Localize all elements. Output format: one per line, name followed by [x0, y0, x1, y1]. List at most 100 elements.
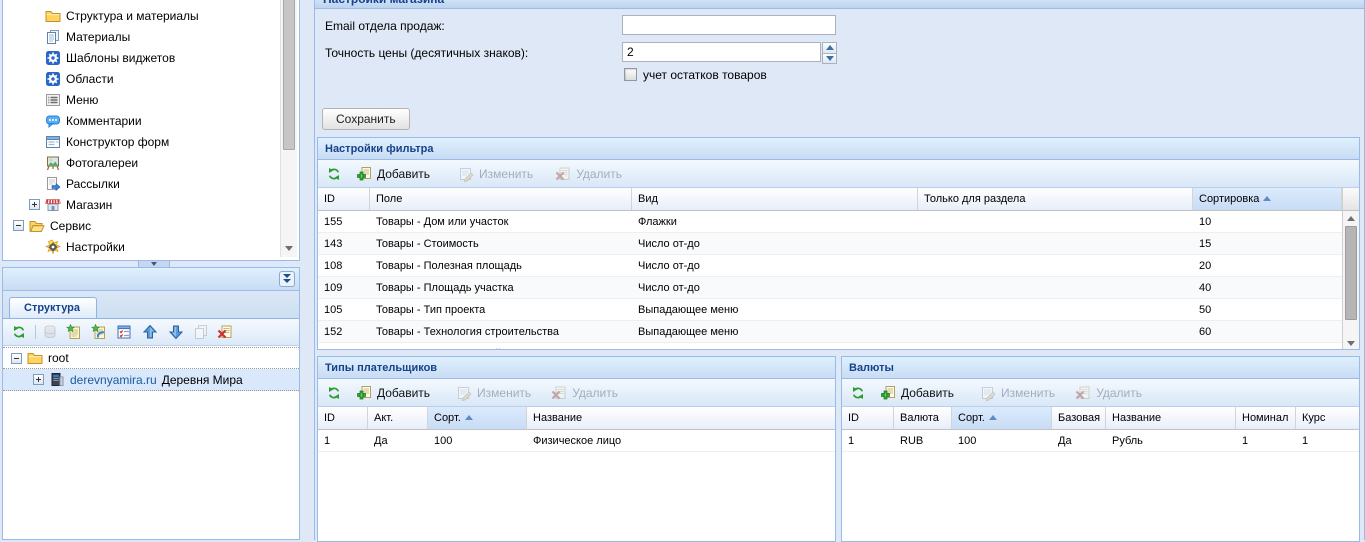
- mailing-icon: [45, 176, 61, 192]
- sidebar-item-menu[interactable]: Меню: [29, 89, 98, 110]
- column-header-sort[interactable]: Сортировка: [1193, 188, 1342, 210]
- column-header-sort[interactable]: Сорт.: [428, 407, 527, 429]
- tree-row-root[interactable]: root: [3, 347, 299, 369]
- column-header-kind[interactable]: Вид: [632, 188, 918, 210]
- scroll-down-icon[interactable]: [1347, 341, 1355, 346]
- spinner-up-icon[interactable]: [822, 42, 837, 53]
- checklist-icon[interactable]: [116, 324, 132, 340]
- comments-icon: [45, 113, 61, 129]
- spinner-down-icon[interactable]: [822, 53, 837, 65]
- refresh-icon[interactable]: [326, 166, 342, 182]
- currencies-panel: Валюты Добавить Изменить Удалить ID Валю…: [841, 356, 1360, 542]
- sidebar-item-label: Сервис: [50, 219, 91, 233]
- table-row[interactable]: 174Товары - Архитектурный стильВыпадающе…: [318, 343, 1359, 350]
- add-icon: [356, 166, 372, 182]
- sidebar-item-photogalleries[interactable]: Фотогалереи: [29, 152, 138, 173]
- add-icon: [356, 385, 372, 401]
- sidebar-item-areas[interactable]: Области: [29, 68, 114, 89]
- column-header-sort[interactable]: Сорт.: [952, 407, 1052, 429]
- form-icon: [45, 134, 61, 150]
- sidebar-item-service[interactable]: Сервис: [13, 215, 91, 236]
- sidebar-item-shop[interactable]: Магазин: [29, 194, 112, 215]
- tab-structure[interactable]: Структура: [9, 297, 97, 318]
- column-header-section[interactable]: Только для раздела: [918, 188, 1193, 210]
- site-title: Деревня Мира: [162, 373, 243, 387]
- expander-minus-icon[interactable]: [11, 353, 22, 364]
- refresh-icon[interactable]: [11, 324, 27, 340]
- tree-row-site[interactable]: derevnyamira.ru Деревня Мира: [3, 369, 299, 391]
- database-icon: [42, 324, 58, 340]
- collapse-panel-button[interactable]: [279, 271, 295, 287]
- sidebar-item-label: Настройки: [66, 240, 125, 254]
- edit-button: Изменить: [456, 385, 531, 401]
- column-header-id[interactable]: ID: [318, 407, 368, 429]
- email-field[interactable]: [622, 15, 836, 35]
- column-header-name[interactable]: Название: [1106, 407, 1236, 429]
- table-row[interactable]: 109Товары - Площадь участкаЧисло от-до40: [318, 277, 1359, 299]
- sidebar-item-structure-materials[interactable]: Структура и материалы: [29, 5, 199, 26]
- column-header-rate[interactable]: Курс: [1296, 407, 1359, 429]
- expander-plus-icon[interactable]: [29, 199, 40, 210]
- table-row[interactable]: 1 Да 100 Физическое лицо: [318, 430, 835, 452]
- nav-scrollbar[interactable]: [280, 0, 297, 257]
- scrollbar-thumb[interactable]: [1345, 226, 1357, 320]
- column-header-id[interactable]: ID: [318, 188, 370, 210]
- delete-icon: [1075, 385, 1091, 401]
- open-folder-icon: [29, 218, 45, 234]
- payer-panel-title: Типы плательщиков: [318, 357, 835, 379]
- scrollbar-thumb[interactable]: [283, 0, 295, 150]
- column-header-base[interactable]: Базовая: [1052, 407, 1106, 429]
- sidebar-item-form-builder[interactable]: Конструктор форм: [29, 131, 169, 152]
- refresh-icon[interactable]: [326, 385, 342, 401]
- documents-icon: [45, 29, 61, 45]
- payer-toolbar: Добавить Изменить Удалить: [318, 379, 835, 407]
- sidebar-item-materials[interactable]: Материалы: [29, 26, 130, 47]
- filter-grid-scrollbar[interactable]: [1342, 211, 1359, 350]
- sidebar-item-label: Области: [66, 72, 114, 86]
- precision-field[interactable]: [622, 42, 821, 62]
- folder-icon: [45, 8, 61, 24]
- column-header-currency[interactable]: Валюта: [894, 407, 952, 429]
- move-down-icon[interactable]: [168, 324, 184, 340]
- table-row[interactable]: 152Товары - Технология строительстваВыпа…: [318, 321, 1359, 343]
- table-row[interactable]: 155Товары - Дом или участокФлажки10: [318, 211, 1359, 233]
- delete-page-icon[interactable]: [217, 324, 233, 340]
- delete-button: Удалить: [551, 385, 618, 401]
- grid-header-filler: [1342, 188, 1359, 210]
- column-header-nominal[interactable]: Номинал: [1236, 407, 1296, 429]
- scroll-up-icon[interactable]: [1347, 216, 1355, 221]
- sidebar-item-label: Меню: [66, 93, 98, 107]
- folder-icon: [27, 350, 43, 366]
- scroll-down-icon[interactable]: [285, 246, 293, 251]
- refresh-icon[interactable]: [850, 385, 866, 401]
- table-row[interactable]: 108Товары - Полезная площадьЧисло от-до2…: [318, 255, 1359, 277]
- table-row[interactable]: 105Товары - Тип проектаВыпадающее меню50: [318, 299, 1359, 321]
- sidebar-item-comments[interactable]: Комментарии: [29, 110, 142, 131]
- table-row[interactable]: 143Товары - СтоимостьЧисло от-до15: [318, 233, 1359, 255]
- add-button[interactable]: Добавить: [356, 385, 430, 401]
- sidebar-item-settings[interactable]: Настройки: [29, 236, 125, 257]
- add-page-virtual-icon[interactable]: [91, 324, 107, 340]
- column-header-active[interactable]: Акт.: [368, 407, 428, 429]
- sidebar-item-mailings[interactable]: Рассылки: [29, 173, 120, 194]
- table-row[interactable]: 1 RUB 100 Да Рубль 1 1: [842, 430, 1359, 452]
- site-domain-link[interactable]: derevnyamira.ru: [70, 373, 157, 387]
- add-button[interactable]: Добавить: [356, 166, 430, 182]
- column-header-field[interactable]: Поле: [370, 188, 632, 210]
- expander-minus-icon[interactable]: [13, 220, 24, 231]
- column-header-name[interactable]: Название: [527, 407, 835, 429]
- stock-checkbox-label: учет остатков товаров: [643, 68, 767, 82]
- sidebar-item-label: Материалы: [66, 30, 130, 44]
- filter-panel-title: Настройки фильтра: [318, 138, 1359, 160]
- add-page-icon[interactable]: [66, 324, 82, 340]
- move-up-icon[interactable]: [142, 324, 158, 340]
- add-button[interactable]: Добавить: [880, 385, 954, 401]
- delete-icon: [551, 385, 567, 401]
- column-header-id[interactable]: ID: [842, 407, 894, 429]
- precision-spinner[interactable]: [822, 42, 837, 64]
- sidebar-item-widget-templates[interactable]: Шаблоны виджетов: [29, 47, 175, 68]
- save-button[interactable]: Сохранить: [322, 108, 410, 130]
- delete-button: Удалить: [1075, 385, 1142, 401]
- stock-checkbox[interactable]: [624, 68, 637, 81]
- expander-plus-icon[interactable]: [33, 374, 44, 385]
